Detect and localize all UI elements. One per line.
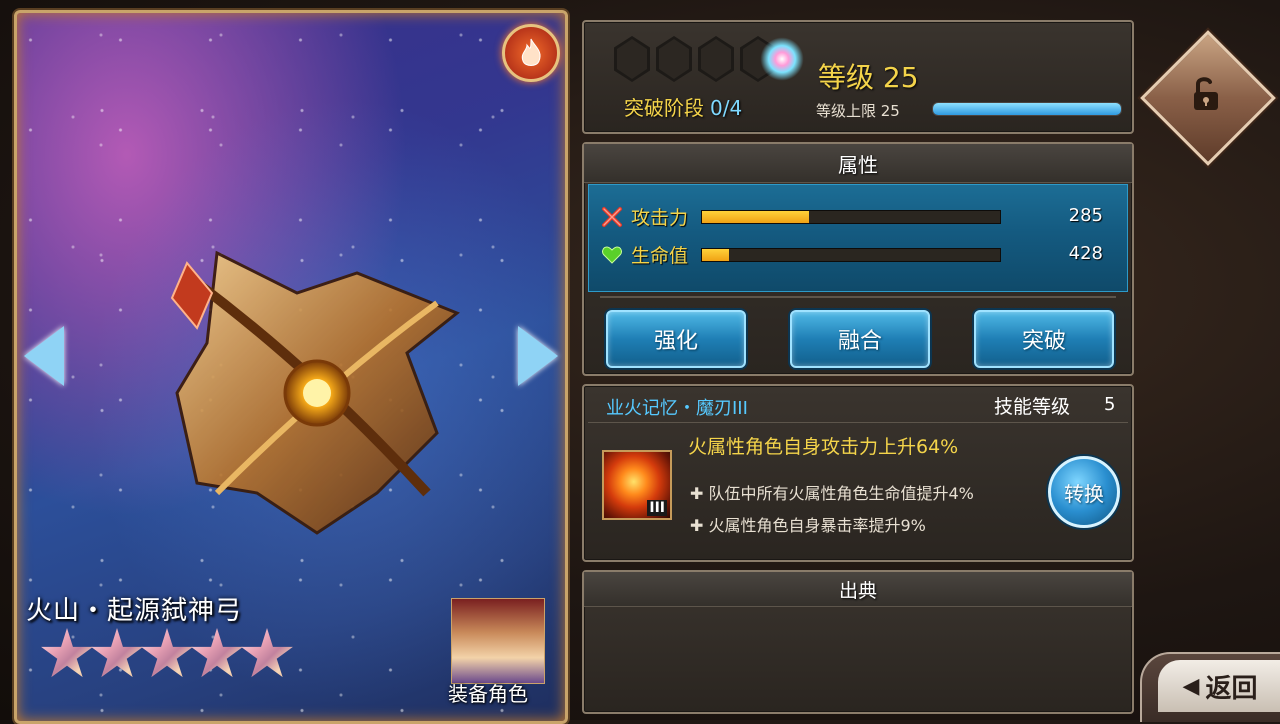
breakthrough-slot <box>614 36 650 82</box>
hp-label: 生命值 <box>631 245 689 267</box>
next-arrow-icon[interactable] <box>518 326 558 386</box>
rarity-star-icon <box>241 628 293 678</box>
rarity-stars <box>40 628 293 682</box>
sparkle-icon <box>760 34 804 84</box>
breakthrough-slots <box>614 36 776 82</box>
unlocked-padlock-icon <box>1194 77 1218 110</box>
heart-icon <box>602 245 622 264</box>
attack-row: 攻击力 <box>601 203 1001 230</box>
skill-fire-vortex-icon: III <box>602 450 672 520</box>
weapon-image <box>170 250 460 535</box>
breakthrough-label: 突破阶段 <box>624 96 704 120</box>
back-label: 返回 <box>1205 673 1258 704</box>
skill-level-label: 技能等级 <box>994 396 1071 418</box>
skill-sub-effect: ✚ 火属性角色自身暴击率提升9% <box>690 516 926 535</box>
level-display: 等级 25 <box>818 61 919 94</box>
attack-bar <box>701 209 1001 224</box>
fuse-button[interactable]: 融合 <box>790 310 930 368</box>
source-header: 出典 <box>584 572 1132 607</box>
convert-button[interactable]: 转换 <box>1048 456 1120 528</box>
attributes-panel: 属性 攻击力 285 生命值 428 强化 融合 突破 <box>582 142 1134 376</box>
hp-bar <box>701 247 1001 262</box>
equipped-character-avatar[interactable] <box>451 598 545 684</box>
level-progress-fill <box>933 103 1121 115</box>
level-cap: 等级上限 25 <box>816 102 900 120</box>
skill-name: 业火记忆・魔刃III <box>606 398 748 419</box>
level-progress-bar <box>932 102 1122 116</box>
attributes-box: 攻击力 285 生命值 428 <box>588 184 1128 292</box>
attack-bar-fill <box>702 210 810 223</box>
fire-element-badge <box>502 24 560 82</box>
crossed-swords-icon <box>602 206 622 227</box>
attributes-header: 属性 <box>584 144 1132 183</box>
attack-value: 285 <box>1068 205 1103 226</box>
rarity-star-icon <box>141 628 193 678</box>
breakthrough-button[interactable]: 突破 <box>974 310 1114 368</box>
breakthrough-value: 0/4 <box>710 96 743 120</box>
breakthrough-stage: 突破阶段 0/4 <box>624 92 742 121</box>
skill-level-value: 5 <box>1104 394 1116 415</box>
rarity-star-icon <box>41 628 93 678</box>
breakthrough-slot <box>656 36 692 82</box>
rarity-star-icon <box>91 628 143 678</box>
back-button[interactable]: ◀ 返回 <box>1158 660 1280 712</box>
skill-icon-numeral: III <box>647 500 667 516</box>
attributes-divider <box>600 296 1116 298</box>
skill-sub-effect: ✚ 队伍中所有火属性角色生命值提升4% <box>690 484 974 503</box>
skill-main-effect: 火属性角色自身攻击力上升64% <box>688 436 959 458</box>
hp-value: 428 <box>1068 243 1103 264</box>
breakthrough-slot <box>698 36 734 82</box>
skill-divider <box>588 422 1128 423</box>
source-panel: 出典 <box>582 570 1134 714</box>
level-panel: 突破阶段 0/4 等级 25 等级上限 25 <box>582 20 1134 134</box>
enhance-button[interactable]: 强化 <box>606 310 746 368</box>
rarity-star-icon <box>191 628 243 678</box>
equip-character-label: 装备角色 <box>448 682 528 706</box>
skill-panel: 业火记忆・魔刃III 技能等级 5 III 火属性角色自身攻击力上升64% ✚ … <box>582 384 1134 562</box>
weapon-name: 火山・起源弑神弓 <box>26 596 243 626</box>
hp-row: 生命值 <box>601 241 1001 268</box>
attack-label: 攻击力 <box>631 207 689 229</box>
back-arrow-icon: ◀ <box>1182 673 1200 699</box>
hp-bar-fill <box>702 248 729 261</box>
fire-icon <box>521 38 541 66</box>
previous-arrow-icon[interactable] <box>24 326 64 386</box>
